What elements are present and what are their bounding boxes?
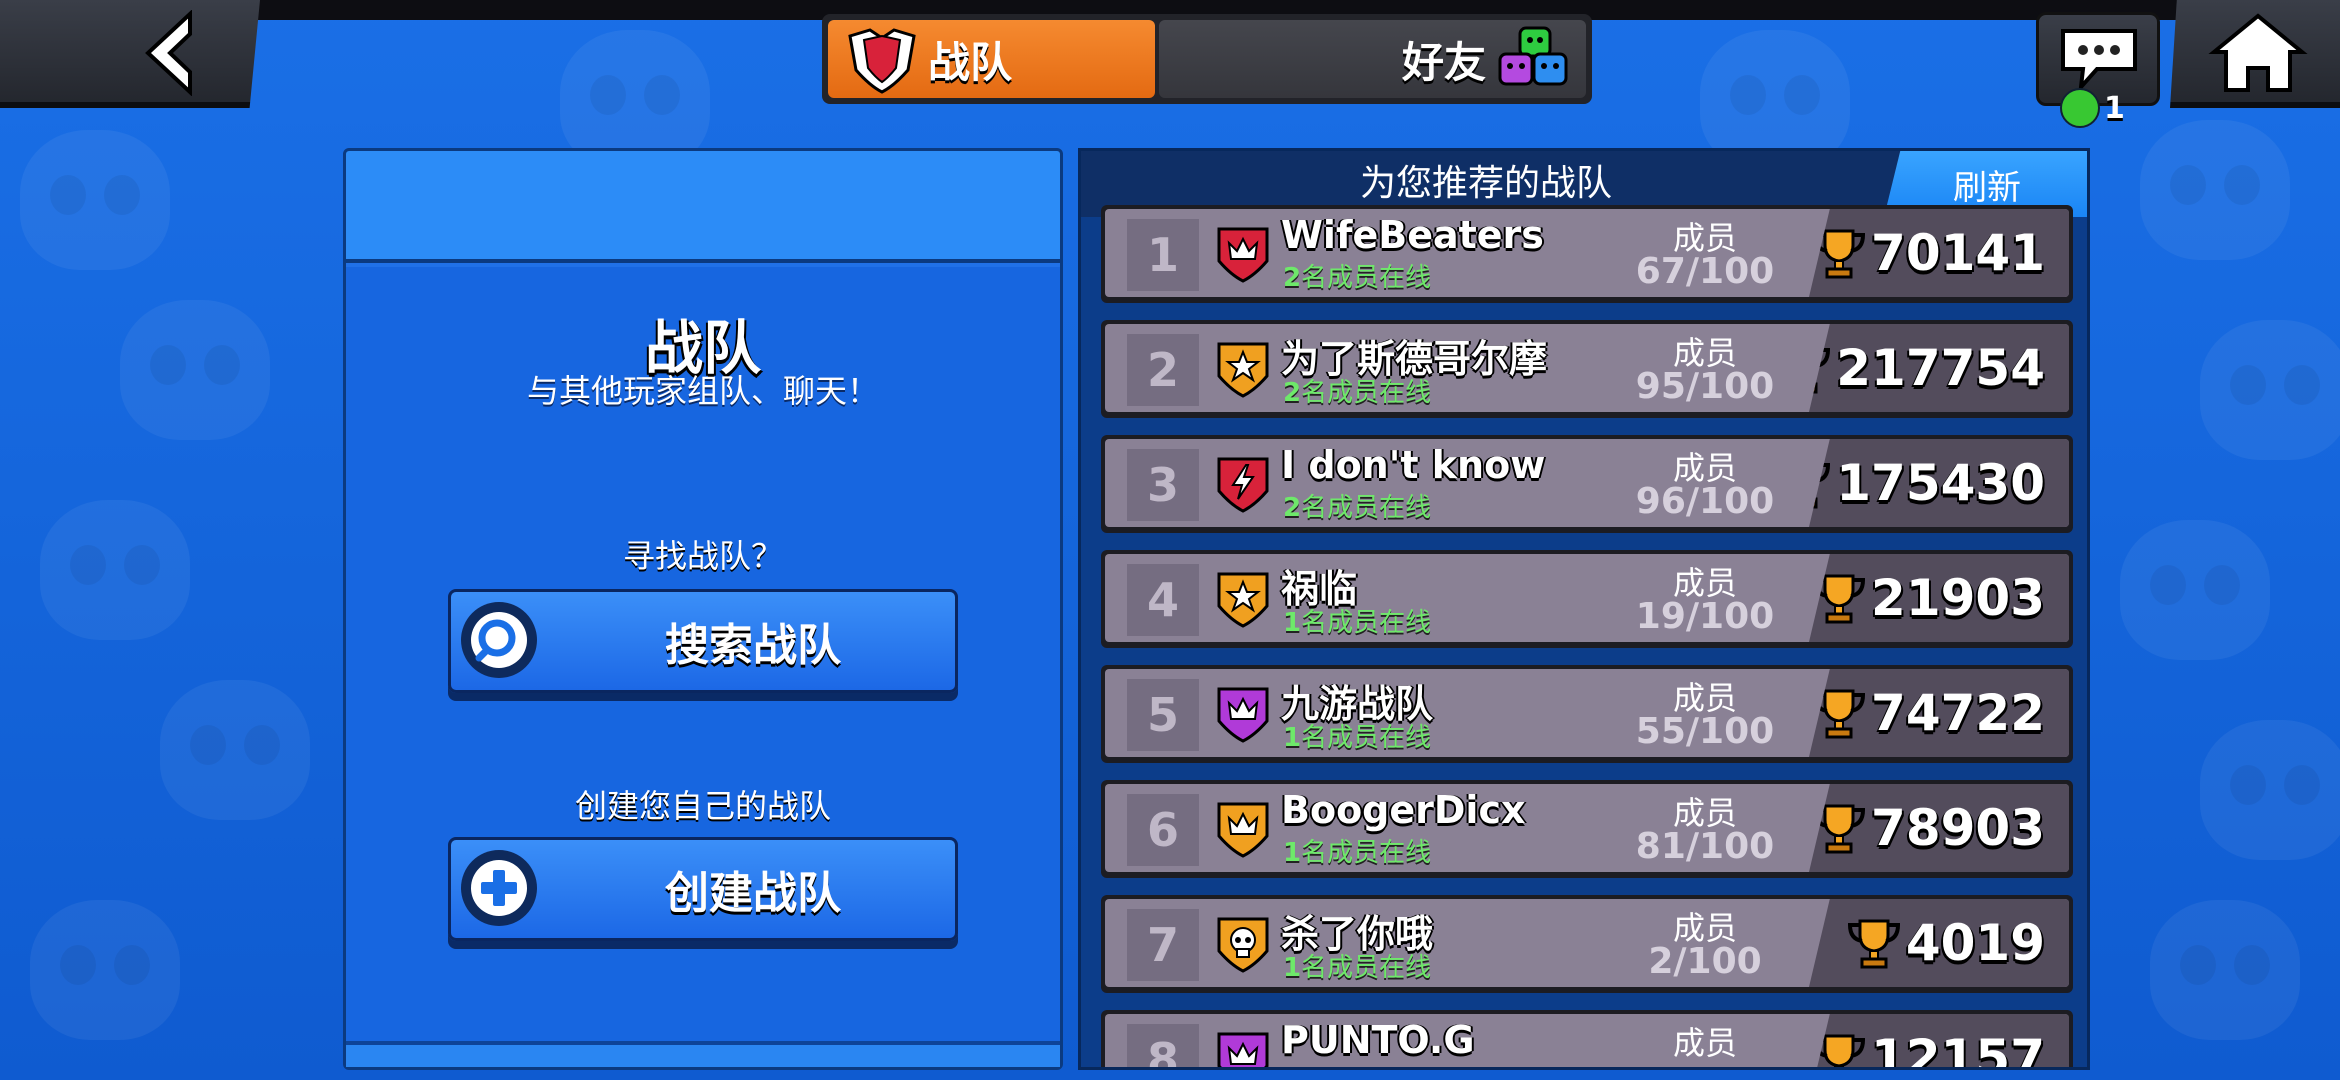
club-badge-icon	[1217, 802, 1269, 858]
tab-friends-label: 好友	[1401, 37, 1486, 87]
club-rank: 2	[1127, 334, 1199, 406]
club-badge-icon	[1217, 917, 1269, 973]
club-online-status: 2名成员在线	[1283, 378, 1432, 408]
club-online-status: 2名成员在线	[1283, 263, 1432, 293]
create-club-label: 创建战队	[665, 868, 841, 919]
club-row[interactable]: 6 BoogerDicx 1名成员在线 成员 81/100 78903	[1101, 780, 2073, 878]
club-row[interactable]: 1 WifeBeaters 2名成员在线 成员 67/100 70141	[1101, 205, 2073, 303]
members-label: 成员	[1672, 1024, 1737, 1062]
plus-icon	[461, 850, 537, 926]
members-count: 2/100	[1648, 941, 1762, 982]
chat-bubble-icon	[2061, 29, 2137, 93]
club-shield-icon	[848, 28, 916, 94]
back-button[interactable]	[0, 0, 260, 108]
panel-subtitle: 与其他玩家组队、聊天！	[526, 372, 879, 410]
club-trophies: 12157	[1871, 1029, 2045, 1070]
online-friends-count: 1	[2104, 90, 2125, 126]
search-club-button[interactable]: 搜索战队	[448, 589, 958, 693]
back-arrow-icon	[145, 10, 192, 96]
members-count: 55/100	[1635, 711, 1775, 752]
club-online-status: 1名成员在线	[1283, 608, 1432, 638]
club-trophies: 21903	[1871, 569, 2045, 627]
club-rank: 8	[1127, 1024, 1199, 1067]
club-rank: 5	[1127, 679, 1199, 751]
tab-clubs[interactable]: 战队	[828, 20, 1155, 98]
club-trophies: 74722	[1871, 684, 2045, 742]
trophy-icon	[1813, 1034, 1866, 1067]
tab-clubs-label: 战队	[928, 37, 1013, 87]
recommended-clubs-panel: 为您推荐的战队 刷新 1 WifeBeaters 2名成员在线 成员 67/100 701…	[1078, 148, 2090, 1070]
club-badge-icon	[1217, 342, 1269, 398]
members-count: 95/100	[1635, 366, 1775, 407]
trophy-icon	[1813, 574, 1866, 624]
club-online-status: 1名成员在线	[1283, 953, 1432, 983]
club-badge-icon	[1217, 572, 1269, 628]
club-online-status: 2名成员在线	[1283, 493, 1432, 523]
club-rank: 1	[1127, 219, 1199, 291]
create-club-button[interactable]: 创建战队	[448, 837, 958, 941]
club-rank: 4	[1127, 564, 1199, 636]
members-count: 19/100	[1635, 596, 1775, 637]
club-online-status: 1名成员在线	[1283, 723, 1432, 753]
trophy-icon	[1813, 804, 1866, 854]
club-name: WifeBeaters	[1281, 213, 1544, 257]
club-name: I don't know	[1281, 443, 1546, 487]
clubs-info-panel: 战队 与其他玩家组队、聊天！ 寻找战队？ 搜索战队 创建您自己的战队 创建战队	[343, 148, 1063, 1070]
club-row[interactable]: 5 九游战队 1名成员在线 成员 55/100 74722	[1101, 665, 2073, 763]
create-club-prompt: 创建您自己的战队	[574, 787, 831, 825]
club-trophies: 217754	[1836, 339, 2045, 397]
club-badge-icon	[1217, 1032, 1269, 1067]
club-row[interactable]: 7 杀了你哦 1名成员在线 成员 2/100 4019	[1101, 895, 2073, 993]
tab-friends[interactable]: 好友	[1159, 20, 1586, 98]
online-skull-icon	[2060, 88, 2100, 128]
members-count: 67/100	[1635, 251, 1775, 292]
members-count: 96/100	[1635, 481, 1775, 522]
trophy-icon	[1813, 689, 1866, 739]
club-badge-icon	[1217, 227, 1269, 283]
club-rank: 6	[1127, 794, 1199, 866]
find-club-prompt: 寻找战队？	[622, 537, 783, 575]
club-trophies: 4019	[1905, 914, 2045, 972]
club-row[interactable]: 4 祸临 1名成员在线 成员 19/100 21903	[1101, 550, 2073, 648]
club-row[interactable]: 2 为了斯德哥尔摩 2名成员在线 成员 95/100 217754	[1101, 320, 2073, 418]
trophy-icon	[1813, 229, 1866, 279]
home-icon	[2208, 13, 2308, 92]
club-row[interactable]: 8 PUNTO.G 成员 12157	[1101, 1010, 2073, 1070]
club-row[interactable]: 3I don't know 2名成员在线 成员 96/100 175430	[1101, 435, 2073, 533]
search-icon	[461, 602, 537, 678]
club-name: BoogerDicx	[1281, 788, 1526, 832]
club-trophies: 175430	[1836, 454, 2045, 512]
trophy-icon	[1847, 919, 1900, 969]
online-friends-indicator: 1	[2060, 88, 2125, 128]
top-tabs: 战队 好友	[822, 14, 1592, 104]
friends-icon	[1498, 26, 1568, 86]
home-button[interactable]	[2170, 0, 2340, 108]
club-badge-icon	[1217, 457, 1269, 513]
search-club-label: 搜索战队	[665, 620, 841, 671]
club-trophies: 70141	[1871, 224, 2045, 282]
club-rank: 3	[1127, 449, 1199, 521]
club-online-status: 1名成员在线	[1283, 838, 1432, 868]
club-badge-icon	[1217, 687, 1269, 743]
members-count: 81/100	[1635, 826, 1775, 867]
club-trophies: 78903	[1871, 799, 2045, 857]
club-rank: 7	[1127, 909, 1199, 981]
club-name: PUNTO.G	[1281, 1018, 1475, 1062]
